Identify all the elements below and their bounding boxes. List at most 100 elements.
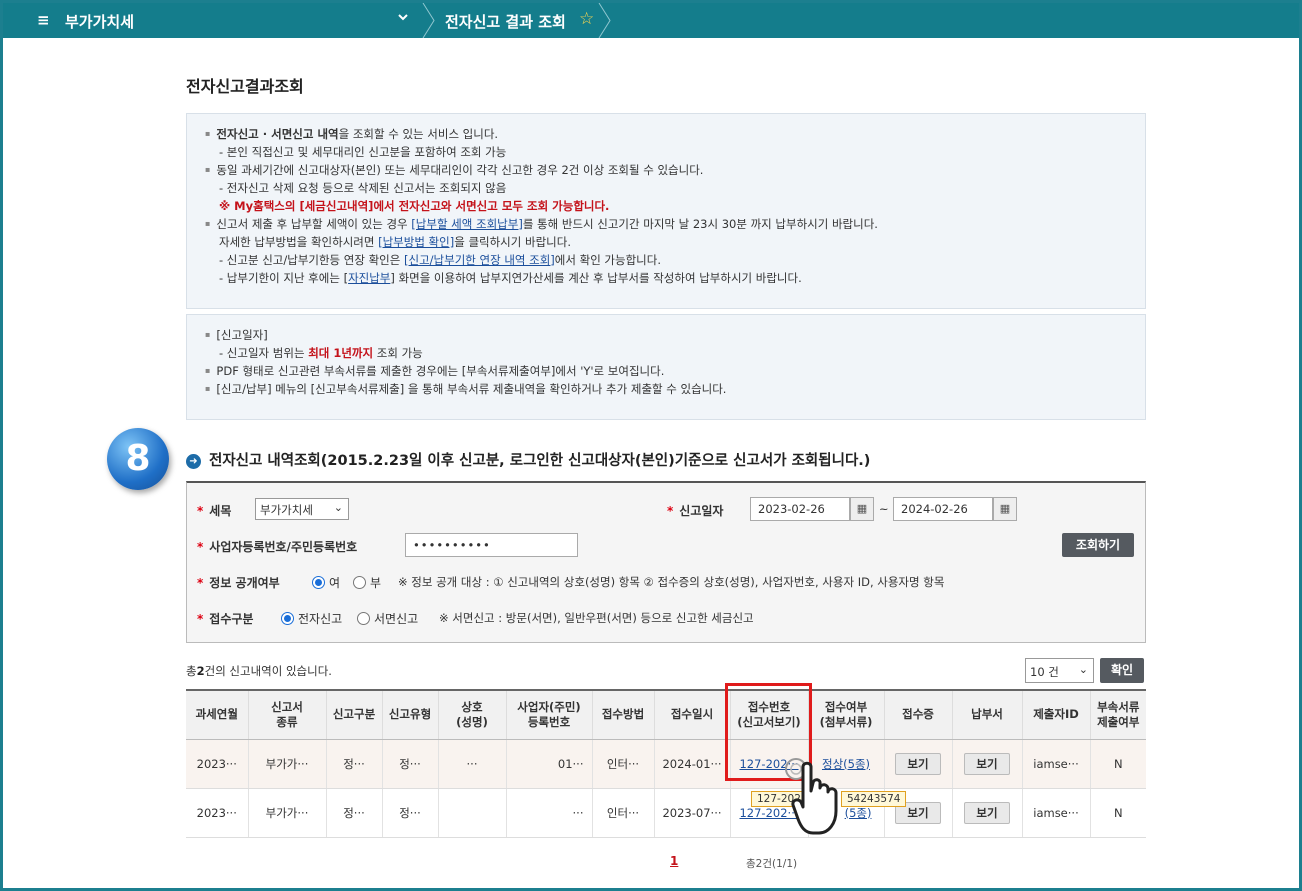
date-from-input[interactable]: 2023-02-26 — [750, 497, 850, 521]
hamburger-menu-icon[interactable]: ≡ — [37, 11, 50, 29]
cell-company-name — [437, 788, 506, 838]
column-header: 사업자(주민) 등록번호 — [505, 689, 592, 740]
view-payment-button[interactable]: 보기 — [964, 752, 1010, 775]
info-text: 을 조회할 수 있는 서비스 입니다. — [338, 127, 499, 141]
chevron-down-icon[interactable] — [397, 11, 409, 27]
tax-type-label: * 세목 — [197, 504, 232, 518]
info-text: - 전자신고 삭제 요청 등으로 삭제된 신고서는 조회되지 않음 — [219, 181, 507, 195]
info-box-service: 전자신고 · 서면신고 내역을 조회할 수 있는 서비스 입니다. - 본인 직… — [186, 113, 1146, 309]
disclose-note: ※ 정보 공개 대상 : ① 신고내역의 상호(성명) 항목 ② 접수증의 상호… — [398, 575, 945, 589]
cell-report-type: 정··· — [381, 739, 438, 789]
info-notice: ※ My홈택스의 [세금신고내역]에서 전자신고와 서면신고 모두 조회 가능합… — [219, 199, 610, 213]
confirm-button[interactable]: 확인 — [1100, 658, 1144, 683]
column-header: 납부서 — [951, 689, 1022, 740]
info-text: ] 화면을 이용하여 납부지연가산세를 계산 후 납부서를 작성하여 납부하시기… — [390, 271, 802, 285]
page-title: 전자신고결과조회 — [186, 77, 304, 96]
cell-receipt-method: 인터··· — [591, 739, 654, 789]
column-header: 신고구분 — [325, 689, 382, 740]
column-header: 제출자ID — [1021, 689, 1090, 740]
cell-attachment: N — [1089, 739, 1146, 789]
cell-attachment: N — [1089, 788, 1146, 838]
column-header: 접수방법 — [591, 689, 654, 740]
column-header: 과세연월 — [186, 689, 248, 740]
info-text: 를 통해 반드시 신고기간 마지막 날 23시 30분 까지 납부하시기 바랍니… — [522, 217, 878, 231]
link-tax-payment[interactable]: [납부할 세액 조회납부] — [411, 217, 523, 231]
link-self-payment[interactable]: 자진납부 — [348, 271, 390, 285]
disclose-label: * 정보 공개여부 — [197, 576, 280, 590]
pagination-info: 총2건(1/1) — [746, 858, 798, 870]
arrow-circle-icon: ➜ — [186, 454, 201, 469]
calendar-icon[interactable]: ▦ — [993, 497, 1017, 521]
radio-unchecked-icon — [357, 612, 370, 625]
disclose-yes-radio[interactable]: 여 — [312, 574, 340, 591]
column-header: 접수일시 — [653, 689, 730, 740]
radio-unchecked-icon — [353, 576, 366, 589]
column-header: 부속서류 제출여부 — [1089, 689, 1146, 740]
info-text: 신고서 제출 후 납부할 세액이 있는 경우 — [216, 217, 412, 231]
table-header-row: 과세연월 신고서 종류 신고구분 신고유형 상호 (성명) 사업자(주민) 등록번호 접수방… — [186, 689, 1146, 740]
pointing-hand-cursor-icon — [785, 758, 838, 835]
breadcrumb-current[interactable]: 전자신고 결과 조회 — [445, 11, 566, 32]
window-frame: ≡ 부가가치세 전자신고 결과 조회 ☆ 전자신고결과조회 전자신고 · 서면신… — [0, 0, 1302, 891]
cell-report-type: 정··· — [381, 788, 438, 838]
table-row[interactable]: 2023··· 부가가··· 정··· 정··· ··· 인터··· 2023-… — [186, 788, 1146, 838]
date-label: * 신고일자 — [667, 504, 724, 518]
info-text: [신고일자] — [205, 326, 1127, 344]
link-payment-method[interactable]: [납부방법 확인] — [378, 235, 454, 249]
tax-type-select[interactable]: 부가가치세 ⌄ — [255, 498, 349, 520]
info-text: 을 클릭하시기 바랍니다. — [454, 235, 571, 249]
date-to-input[interactable]: 2024-02-26 — [893, 497, 993, 521]
view-receipt-button[interactable]: 보기 — [895, 752, 941, 775]
receipt-note: ※ 서면신고 : 방문(서면), 일반우편(서면) 등으로 신고한 세금신고 — [439, 611, 754, 625]
cell-report-class: 정··· — [325, 739, 382, 789]
info-text: - 납부기한이 지난 후에는 [ — [219, 271, 349, 285]
receipt-paper-radio[interactable]: 서면신고 — [357, 610, 418, 627]
menu-title[interactable]: 부가가치세 — [65, 11, 134, 32]
calendar-icon[interactable]: ▦ — [850, 497, 874, 521]
column-header: 상호 (성명) — [437, 689, 506, 740]
search-form: * 세목 부가가치세 ⌄ * 신고일자 2023-02-26 ▦ ~ 2024-02-… — [186, 481, 1146, 643]
search-button[interactable]: 조회하기 — [1062, 533, 1134, 557]
section-title-text: 전자신고 내역조회(2015.2.23일 이후 신고분, 로그인한 신고대상자(… — [209, 453, 871, 469]
cell-receipt-date: 2023-07··· — [653, 788, 730, 838]
info-text: 조회 가능 — [373, 346, 423, 360]
cell-tax-period: 2023··· — [186, 788, 248, 838]
info-text: PDF 형태로 신고관련 부속서류를 제출한 경우에는 [부속서류제출여부]에서… — [205, 362, 1127, 380]
info-notice: 최대 1년까지 — [308, 346, 374, 360]
radio-checked-icon — [312, 576, 325, 589]
results-table: 과세연월 신고서 종류 신고구분 신고유형 상호 (성명) 사업자(주민) 등록번호 접수방… — [186, 689, 1146, 838]
info-text: 전자신고 · 서면신고 내역 — [216, 127, 339, 141]
cell-payment: 보기 — [951, 788, 1022, 838]
date-range-tilde: ~ — [879, 502, 889, 516]
cell-bizno: ··· — [505, 788, 592, 838]
chevron-down-icon: ⌄ — [1078, 663, 1088, 676]
cell-bizno: 01··· — [505, 739, 592, 789]
cell-form-type: 부가가··· — [247, 739, 326, 789]
info-text: - 신고분 신고/납부기한등 연장 확인은 — [219, 253, 405, 267]
column-header: 신고서 종류 — [247, 689, 326, 740]
cell-form-type: 부가가··· — [247, 788, 326, 838]
info-text: 동일 과세기간에 신고대상자(본인) 또는 세무대리인이 각각 신고한 경우 2… — [205, 161, 1127, 179]
cell-company-name: ··· — [437, 739, 506, 789]
column-header: 접수증 — [883, 689, 952, 740]
receipt-type-label: * 접수구분 — [197, 612, 254, 626]
table-row[interactable]: 2023··· 부가가··· 정··· 정··· ··· 01··· 인터···… — [186, 739, 1146, 789]
cell-submitter-id: iamse··· — [1021, 788, 1090, 838]
cell-receipt: 보기 — [883, 739, 952, 789]
info-text: 자세한 납부방법을 확인하시려면 — [219, 235, 379, 249]
bizno-label: * 사업자등록번호/주민등록번호 — [197, 540, 358, 554]
receipt-electronic-radio[interactable]: 전자신고 — [281, 610, 342, 627]
pagination-page-1[interactable]: 1 — [670, 854, 678, 868]
column-header: 신고유형 — [381, 689, 438, 740]
page-size-select[interactable]: 10 건 ⌄ — [1025, 658, 1094, 683]
view-payment-button[interactable]: 보기 — [964, 801, 1010, 824]
column-header: 접수여부 (첨부서류) — [807, 689, 884, 740]
cell-tax-period: 2023··· — [186, 739, 248, 789]
bizno-input[interactable]: •••••••••• — [405, 533, 578, 557]
cell-receipt-method: 인터··· — [591, 788, 654, 838]
disclose-no-radio[interactable]: 부 — [353, 574, 381, 591]
chevron-down-icon: ⌄ — [333, 501, 343, 514]
info-text: - 신고일자 범위는 — [219, 346, 309, 360]
star-icon[interactable]: ☆ — [579, 9, 594, 29]
link-extension-inquiry[interactable]: [신고/납부기한 연장 내역 조회] — [404, 253, 555, 267]
